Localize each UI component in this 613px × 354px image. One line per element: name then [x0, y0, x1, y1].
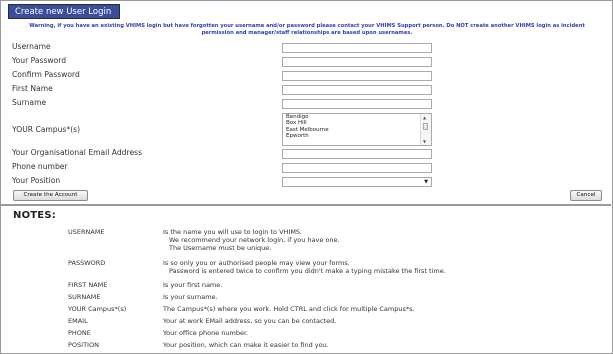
notes-term: PASSWORD	[68, 259, 106, 267]
warning-line-1: Warning, if you have an existing VHIMS l…	[29, 23, 585, 29]
first-name-label: First Name	[12, 84, 53, 93]
notes-description: Is your first name.	[163, 281, 222, 289]
surname-input[interactable]	[282, 99, 432, 109]
notes-term: POSITION	[68, 341, 99, 349]
notes-line: The Username must be unique.	[169, 244, 272, 252]
username-label: Username	[12, 42, 51, 51]
campus-label: YOUR Campus*(s)	[12, 125, 81, 134]
campus-option[interactable]: Epworth	[283, 133, 431, 139]
phone-input[interactable]	[282, 163, 432, 173]
notes-term: EMAIL	[68, 317, 88, 325]
notes-line: Your at work EMail address, so you can b…	[163, 317, 337, 325]
notes-description: Your at work EMail address, so you can b…	[163, 317, 336, 325]
email-label: Your Organisational Email Address	[12, 148, 143, 157]
cancel-button[interactable]: Cancel	[570, 190, 602, 201]
confirm-password-label: Confirm Password	[12, 70, 80, 79]
notes-line: Your office phone number.	[163, 329, 249, 337]
username-input[interactable]	[282, 43, 432, 53]
notes-title: NOTES:	[13, 210, 56, 221]
password-label: Your Password	[12, 56, 67, 65]
notes-term: PHONE	[68, 329, 91, 337]
campus-scrollbar[interactable]: ▲ ▼	[420, 114, 431, 145]
notes-line: The Campus*(s) where you work. Hold CTRL…	[163, 305, 415, 313]
notes-description: Your position, which can make it easier …	[163, 341, 329, 349]
position-select[interactable]: ▼	[282, 177, 432, 187]
phone-label: Phone number	[12, 162, 68, 171]
create-account-button[interactable]: Create the Account	[13, 190, 88, 201]
email-input[interactable]	[282, 149, 432, 159]
notes-term: USERNAME	[68, 228, 105, 236]
scroll-up-icon[interactable]: ▲	[423, 115, 426, 120]
warning-line-2: permission and manager/staff relationshi…	[201, 30, 413, 36]
section-divider	[0, 204, 611, 206]
notes-description: Is the name you will use to login to VHI…	[163, 228, 340, 252]
confirm-password-input[interactable]	[282, 71, 432, 81]
notes-line: Is your first name.	[163, 281, 223, 289]
notes-line: Is so only you or authorised people may …	[163, 259, 350, 267]
notes-description: Your office phone number.	[163, 329, 248, 337]
notes-line: We recommend your network login, if you …	[169, 236, 340, 244]
page-title: Create new User Login	[8, 4, 120, 19]
surname-label: Surname	[12, 98, 47, 107]
notes-description: Is your surname.	[163, 293, 218, 301]
notes-term: FIRST NAME	[68, 281, 108, 289]
notes-line: Is your surname.	[163, 293, 218, 301]
notes-line: Your position, which can make it easier …	[163, 341, 329, 349]
warning-message: Warning, if you have an existing VHIMS l…	[14, 23, 600, 37]
campus-listbox[interactable]: Bendigo Box Hill East Melbourne Epworth …	[282, 113, 432, 146]
scroll-down-icon[interactable]: ▼	[423, 139, 426, 144]
notes-description: Is so only you or authorised people may …	[163, 259, 446, 275]
first-name-input[interactable]	[282, 85, 432, 95]
position-label: Your Position	[12, 176, 61, 185]
password-input[interactable]	[282, 57, 432, 67]
scroll-thumb[interactable]	[423, 123, 428, 130]
notes-term: SURNAME	[68, 293, 101, 301]
notes-line: Is the name you will use to login to VHI…	[163, 228, 303, 236]
notes-term: YOUR Campus*(s)	[68, 305, 127, 313]
notes-description: The Campus*(s) where you work. Hold CTRL…	[163, 305, 415, 313]
chevron-down-icon[interactable]: ▼	[424, 179, 428, 185]
notes-line: Password is entered twice to confirm you…	[169, 267, 446, 275]
